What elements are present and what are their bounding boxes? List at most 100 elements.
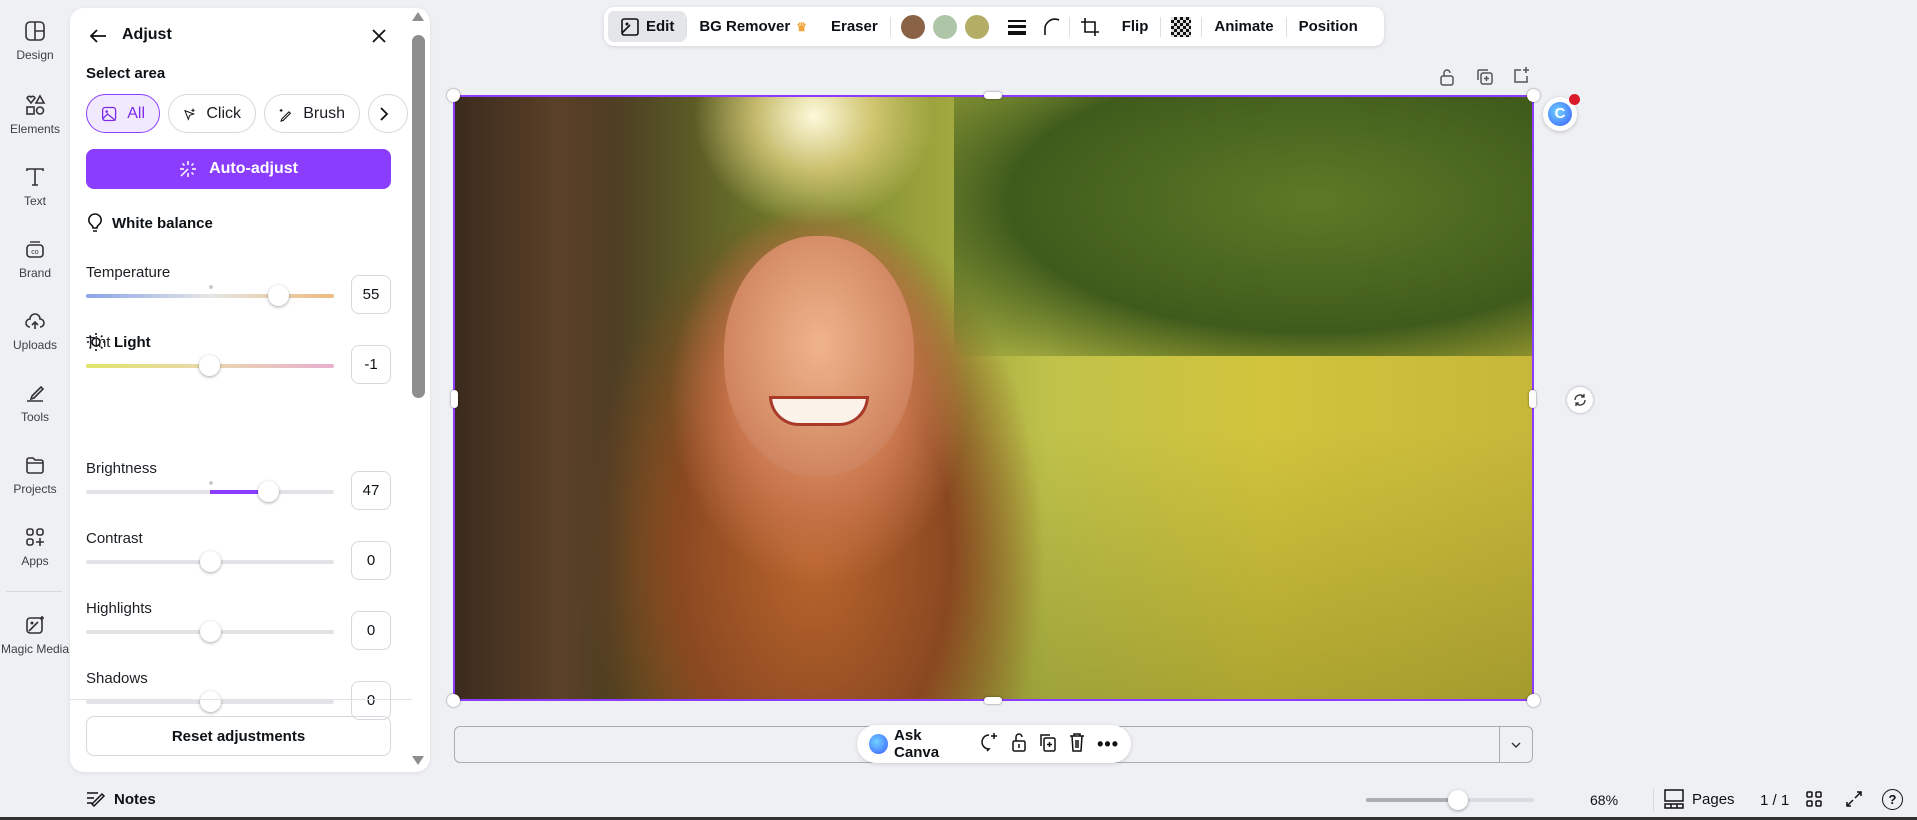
slider-thumb[interactable] (268, 285, 290, 306)
slider-thumb[interactable] (200, 551, 221, 572)
slider-thumb[interactable] (198, 355, 220, 376)
reset-adjustments-button[interactable]: Reset adjustments (86, 716, 391, 756)
resize-handle[interactable] (984, 92, 1002, 99)
position-button[interactable]: Position (1287, 11, 1370, 42)
canva-ai-icon (869, 734, 889, 754)
highlights-value-input[interactable]: 0 (351, 611, 391, 650)
resize-handle[interactable] (1527, 694, 1540, 707)
grid-view-icon[interactable] (1806, 791, 1822, 812)
lock-icon[interactable] (1011, 732, 1027, 756)
resize-handle[interactable] (447, 694, 460, 707)
zoom-slider-thumb[interactable] (1448, 790, 1469, 810)
add-page-icon[interactable] (1512, 66, 1530, 89)
add-comment-icon[interactable] (979, 732, 999, 756)
canva-ai-icon: C (1548, 102, 1572, 126)
contrast-value-input[interactable]: 0 (351, 541, 391, 580)
border-style-button[interactable] (999, 11, 1035, 42)
sidebar-label: Tools (20, 410, 49, 424)
temperature-slider[interactable] (86, 285, 334, 306)
slider-label: Tint (86, 334, 111, 351)
auto-adjust-button[interactable]: Auto-adjust (86, 149, 391, 189)
panel-scrollbar-thumb[interactable] (412, 35, 425, 398)
sidebar-item-tools[interactable]: Tools (0, 382, 70, 424)
sparkle-icon (180, 161, 197, 177)
position-label: Position (1298, 18, 1358, 35)
crop-icon (1080, 17, 1099, 36)
close-icon[interactable] (367, 24, 391, 48)
shadows-slider[interactable] (86, 691, 334, 712)
zoom-level[interactable]: 68% (1590, 792, 1618, 808)
sidebar-item-brand[interactable]: co Brand (0, 238, 70, 280)
sidebar-label: Projects (13, 482, 57, 496)
duplicate-page-icon[interactable] (1476, 68, 1494, 91)
tint-value-input[interactable]: -1 (351, 345, 391, 384)
resize-handle[interactable] (984, 697, 1002, 704)
help-icon[interactable]: ? (1882, 789, 1903, 810)
canva-assistant-button[interactable]: C (1543, 94, 1580, 131)
resize-handle[interactable] (451, 390, 458, 408)
brightness-value-input[interactable]: 47 (351, 471, 391, 510)
back-arrow-icon[interactable] (86, 24, 110, 48)
lightbulb-icon (88, 213, 102, 232)
sidebar-item-magic-media[interactable]: Magic Media (0, 614, 70, 656)
chip-label: Click (206, 104, 241, 122)
scroll-up-icon[interactable] (412, 12, 424, 21)
shadows-value-input[interactable]: 0 (351, 681, 391, 720)
crop-button[interactable] (1070, 11, 1110, 42)
color-swatch[interactable] (964, 14, 989, 39)
resize-handle[interactable] (1527, 89, 1540, 102)
lock-icon[interactable] (1439, 68, 1455, 91)
pages-label: Pages (1692, 790, 1735, 808)
contrast-slider[interactable] (86, 551, 334, 572)
sidebar-item-apps[interactable]: Apps (0, 526, 70, 568)
notes-button[interactable]: Notes (86, 790, 156, 808)
slider-thumb[interactable] (200, 691, 221, 712)
corner-radius-icon (1043, 17, 1060, 35)
more-options-icon[interactable]: ••• (1097, 734, 1119, 755)
scroll-down-icon[interactable] (412, 756, 424, 765)
edit-label: Edit (646, 18, 675, 35)
color-swatch[interactable] (932, 14, 957, 39)
pages-button[interactable]: Pages (1664, 789, 1735, 809)
zoom-slider[interactable] (1366, 790, 1534, 810)
slider-thumb[interactable] (258, 481, 280, 502)
highlights-slider[interactable] (86, 621, 334, 642)
animate-button[interactable]: Animate (1202, 11, 1285, 42)
fullscreen-icon[interactable] (1846, 791, 1862, 812)
sidebar-label: Brand (18, 266, 52, 280)
duplicate-icon[interactable] (1039, 732, 1057, 756)
resize-handle[interactable] (447, 89, 460, 102)
bg-remover-button[interactable]: BG Remover ♛ (687, 11, 819, 42)
color-swatch[interactable] (900, 14, 925, 39)
chips-next-button[interactable] (368, 94, 408, 133)
auto-adjust-label: Auto-adjust (209, 160, 298, 177)
temperature-value-input[interactable]: 55 (351, 275, 391, 314)
transparency-button[interactable] (1161, 11, 1201, 42)
flip-button[interactable]: Flip (1110, 11, 1161, 42)
resize-handle[interactable] (1529, 390, 1536, 408)
sidebar-item-projects[interactable]: Projects (0, 454, 70, 496)
chip-all[interactable]: All (86, 94, 160, 133)
sidebar-item-uploads[interactable]: Uploads (0, 310, 70, 352)
brightness-slider[interactable] (86, 481, 334, 502)
rotate-icon[interactable] (1567, 387, 1593, 413)
quick-actions-bar: Ask Canva ••• (857, 725, 1131, 763)
notes-label: Notes (114, 790, 156, 808)
chevron-right-icon (380, 106, 389, 121)
corner-rounding-button[interactable] (1035, 11, 1069, 42)
expand-notes-button[interactable] (1499, 727, 1532, 762)
sidebar-item-elements[interactable]: Elements (0, 94, 70, 136)
chip-label: All (127, 104, 145, 122)
ask-canva-button[interactable]: Ask Canva (869, 727, 967, 761)
sidebar-item-design[interactable]: Design (0, 20, 70, 62)
eraser-button[interactable]: Eraser (819, 11, 890, 42)
chip-click[interactable]: Click (168, 94, 256, 133)
tint-slider[interactable] (86, 355, 334, 376)
slider-thumb[interactable] (200, 621, 221, 642)
sidebar-item-text[interactable]: Text (0, 166, 70, 208)
edit-button[interactable]: Edit (608, 11, 687, 42)
image-toolbar: Edit BG Remover ♛ Eraser Flip Animate Pos… (604, 7, 1384, 46)
chip-brush[interactable]: Brush (264, 94, 360, 133)
trash-icon[interactable] (1069, 732, 1085, 756)
select-area-label: Select area (86, 65, 166, 82)
